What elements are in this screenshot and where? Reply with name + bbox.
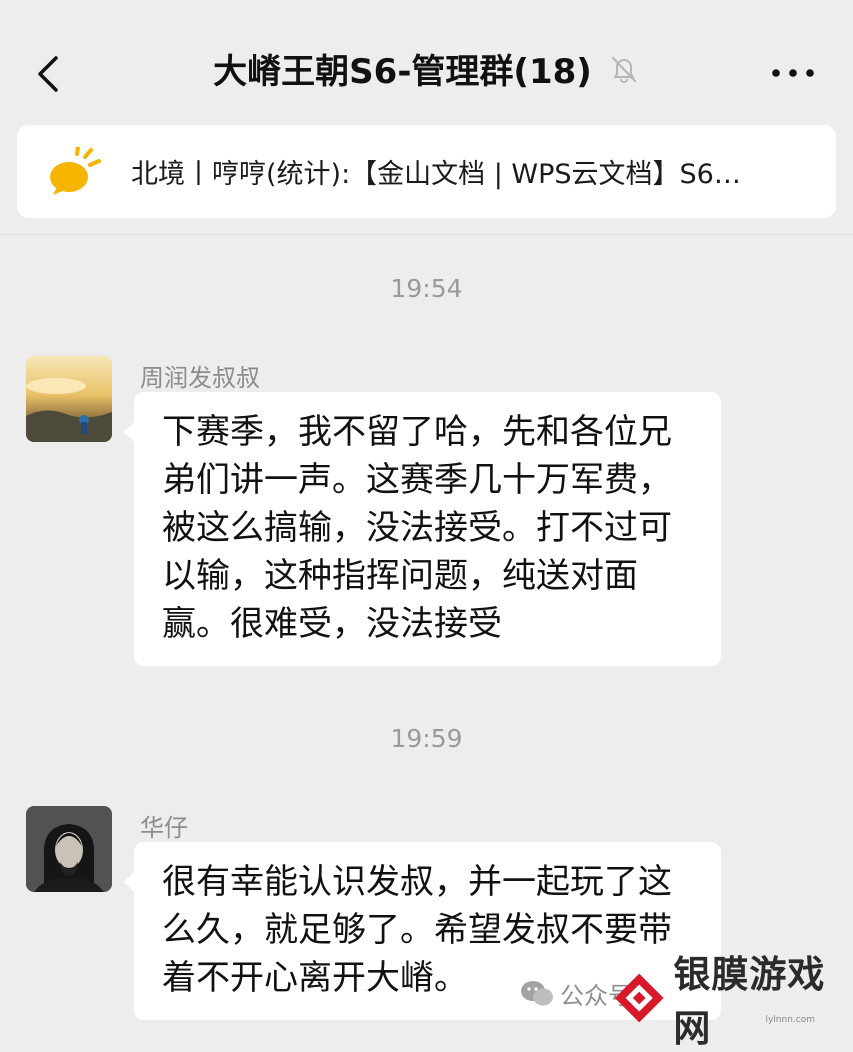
message-line: 赢。很难受，没法接受 [162, 604, 502, 644]
avatar[interactable] [26, 806, 112, 892]
wechat-icon [521, 980, 553, 1005]
announcement-text: 北境丨哼哼(统计):【金山文档 | WPS云文档】S6… [131, 159, 741, 190]
sender-name: 周润发叔叔 [140, 364, 260, 392]
more-button[interactable] [763, 56, 823, 90]
message-line: 弟们讲一声。这赛季几十万军费， [162, 460, 672, 500]
message-line: 下赛季，我不留了哈，先和各位兄 [162, 412, 672, 452]
message-line: 么久，就足够了。希望发叔不要带 [162, 910, 672, 950]
bell-off-icon [608, 53, 640, 85]
message-line: 以输，这种指挥问题，纯送对面 [162, 556, 638, 596]
title-area: 大嵴王朝S6-管理群(18) [0, 44, 853, 93]
megaphone-icon [47, 140, 125, 204]
message-line: 很有幸能认识发叔，并一起玩了这 [162, 862, 672, 902]
timestamp: 19:59 [390, 724, 463, 753]
header-divider [0, 234, 853, 235]
site-name: 银膜游戏网 [673, 952, 826, 1050]
site-domain: lylnnn.com [765, 1015, 815, 1025]
chat-title[interactable]: 大嵴王朝S6-管理群(18) [213, 44, 592, 93]
sender-name: 华仔 [140, 814, 188, 842]
message-line: 被这么搞输，没法接受。打不过可 [162, 508, 672, 548]
pinned-announcement[interactable]: 北境丨哼哼(统计):【金山文档 | WPS云文档】S6… [17, 125, 836, 218]
chat-header: 大嵴王朝S6-管理群(18) [0, 0, 853, 124]
site-logo-icon [614, 973, 664, 1022]
message-bubble[interactable]: 下赛季，我不留了哈，先和各位兄 弟们讲一声。这赛季几十万军费， 被这么搞输，没法… [124, 392, 721, 666]
timestamp: 19:54 [390, 274, 463, 303]
site-watermark: 银膜游戏网 lylnnn.com [613, 953, 845, 1050]
more-dots-icon [772, 69, 814, 77]
avatar[interactable] [26, 356, 112, 442]
